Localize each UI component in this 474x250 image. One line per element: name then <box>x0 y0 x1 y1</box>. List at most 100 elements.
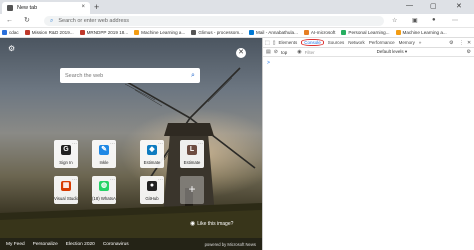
devtools-settings-icon[interactable]: ⚙ <box>449 40 453 46</box>
back-button[interactable]: ← <box>6 16 13 25</box>
navigation-bar: ← ↻ ⌕ Search or enter web address ☆ ▣ ● … <box>0 14 474 28</box>
quick-link-tile[interactable]: ◆ ⋯ Estimate <box>140 140 164 168</box>
devtools-tab-performance[interactable]: Performance <box>369 40 395 45</box>
devtools-tab-[interactable]: » <box>419 40 422 45</box>
site-logo-icon: ▦ <box>61 181 71 191</box>
like-image-link[interactable]: ◉ Like this image? <box>190 220 234 228</box>
devtools-tab-network[interactable]: Network <box>348 40 365 45</box>
camera-icon: ◉ <box>190 221 196 227</box>
inspect-element-icon[interactable]: ⬚ <box>265 40 270 46</box>
dismiss-icon[interactable]: ✕ <box>236 48 246 58</box>
site-logo-icon: ◍ <box>99 181 109 191</box>
devtools-tab-memory[interactable]: Memory <box>399 40 415 45</box>
tile-label: (18) WhatsApp <box>92 196 116 201</box>
profile-icon[interactable]: ● <box>432 17 436 23</box>
devtools-tab-bar: ⬚ ▯ Elements Console Sources Network Perform… <box>263 38 474 48</box>
search-icon[interactable]: ⌕ <box>186 72 200 80</box>
devtools-close-icon[interactable]: ✕ <box>467 40 471 46</box>
tile-more-icon[interactable]: ⋯ <box>110 177 115 183</box>
more-menu-icon[interactable]: ⋯ <box>452 17 458 24</box>
quick-link-tile[interactable]: G ⋯ Sign In <box>54 140 78 168</box>
bookmark-label: Machine Learning a... <box>141 30 186 35</box>
bookmark-favicon-icon <box>341 30 347 35</box>
quick-link-tile[interactable]: ✎ ⋯ Inkle <box>92 140 116 168</box>
tile-more-icon[interactable]: ⋯ <box>72 177 77 183</box>
devtools-tab-sources[interactable]: Sources <box>328 40 345 45</box>
tile-label: GitHub <box>145 196 159 201</box>
web-search-box[interactable]: Search the web ⌕ <box>60 68 200 83</box>
bookmark-item[interactable]: AI-microsoft <box>303 30 336 35</box>
bookmark-item[interactable]: Mail - Annabathula... <box>249 30 298 35</box>
bookmark-favicon-icon <box>24 30 30 35</box>
devtools-more-icon[interactable]: ⋮ <box>459 40 464 46</box>
like-image-text: Like this image? <box>197 220 234 227</box>
bookmarks-bar: cdac Mission R&D 2019... MRNDPP 2019 18...… <box>0 28 474 38</box>
devtools-tab-elements[interactable]: Elements <box>279 40 298 45</box>
bookmark-label: Glimus - processom... <box>198 30 243 35</box>
news-nav-item[interactable]: Personalize <box>33 242 58 247</box>
bookmark-label: Machine Learning a... <box>402 30 447 35</box>
news-nav-item[interactable]: Coronavirus <box>103 242 129 247</box>
bookmark-label: Personal Learning... <box>348 30 390 35</box>
bookmark-favicon-icon <box>134 30 140 35</box>
console-settings-icon[interactable]: ⚙ <box>467 49 471 55</box>
tile-more-icon[interactable]: ⋯ <box>158 141 163 147</box>
device-toolbar-icon[interactable]: ▯ <box>273 40 276 46</box>
context-selector[interactable]: top <box>281 50 287 55</box>
favorites-star-icon[interactable]: ☆ <box>392 17 397 24</box>
bookmark-favicon-icon <box>303 30 309 35</box>
new-tab-button[interactable]: + <box>94 2 99 12</box>
quick-link-tile[interactable]: ◍⋯ (18) WhatsApp <box>92 176 116 204</box>
devtools-tab-console[interactable]: Console <box>301 39 324 46</box>
bookmark-item[interactable]: Machine Learning a... <box>395 30 447 35</box>
site-logo-icon: G <box>61 145 71 155</box>
console-toolbar: ▤ ⊘ top ◉ Filter Default levels ▾ ⚙ <box>263 48 474 57</box>
tile-more-icon[interactable]: ⋯ <box>158 177 163 183</box>
clear-console-icon[interactable]: ⊘ <box>274 49 278 55</box>
news-bottom-nav: My Feed Personalize Election 2020 Coronavir… <box>0 238 262 250</box>
bookmark-label: Mail - Annabathula... <box>256 30 298 35</box>
add-site-tile[interactable]: + <box>180 176 204 204</box>
eye-icon[interactable]: ◉ <box>297 49 301 55</box>
title-bar: New tab × + — ▢ ✕ <box>0 0 474 14</box>
tile-label: Estimate <box>183 160 201 165</box>
refresh-button[interactable]: ↻ <box>24 16 30 25</box>
window-close-button[interactable]: ✕ <box>456 2 462 10</box>
log-levels-dropdown[interactable]: Default levels ▾ <box>377 49 408 55</box>
tile-more-icon[interactable]: ⋯ <box>110 141 115 147</box>
bookmark-item[interactable]: Personal Learning... <box>341 30 390 35</box>
web-search-input[interactable]: Search the web <box>65 73 186 79</box>
sidebar-toggle-icon[interactable]: ▤ <box>266 49 271 55</box>
collections-icon[interactable]: ▣ <box>412 17 418 24</box>
news-nav-item[interactable]: My Feed <box>6 242 25 247</box>
news-nav-item[interactable]: Election 2020 <box>66 242 95 247</box>
search-icon: ⌕ <box>50 17 54 24</box>
console-prompt[interactable]: > <box>267 60 270 66</box>
bookmark-label: AI-microsoft <box>310 30 336 35</box>
tab-close-icon[interactable]: × <box>81 4 85 10</box>
bookmark-item[interactable]: Machine Learning a... <box>134 30 185 35</box>
bookmark-label: MRNDPP 2019 18... <box>86 30 129 35</box>
tile-more-icon[interactable]: ⋯ <box>198 141 203 147</box>
minimize-button[interactable]: — <box>406 2 413 9</box>
bookmark-item[interactable]: Mission R&D 2019... <box>24 30 74 35</box>
quick-link-tile[interactable]: ▦⋯ Visual Studio ... <box>54 176 78 204</box>
page-settings-icon[interactable]: ⚙ <box>8 44 15 53</box>
tile-more-icon[interactable]: ⋯ <box>72 141 77 147</box>
powered-by-text: powered by Microsoft News <box>204 241 256 247</box>
tile-label: Sign In <box>59 160 73 165</box>
bookmark-favicon-icon <box>249 30 254 35</box>
site-logo-icon: L <box>187 145 197 155</box>
plus-icon: + <box>188 182 196 196</box>
site-logo-icon: ● <box>147 181 157 191</box>
maximize-button[interactable]: ▢ <box>430 2 437 10</box>
quick-link-tile[interactable]: L ⋯ Estimate <box>180 140 204 168</box>
tab-new-tab[interactable]: New tab × <box>2 2 90 14</box>
tile-label: Visual Studio ... <box>54 196 78 201</box>
bookmark-item[interactable]: MRNDPP 2019 18... <box>79 30 129 35</box>
address-bar[interactable]: ⌕ Search or enter web address <box>44 16 384 26</box>
console-filter-input[interactable]: Filter <box>305 50 365 55</box>
bookmark-item[interactable]: cdac <box>2 30 19 35</box>
quick-link-tile[interactable]: ● ⋯ GitHub <box>140 176 164 204</box>
bookmark-item[interactable]: Glimus - processom... <box>191 30 243 35</box>
